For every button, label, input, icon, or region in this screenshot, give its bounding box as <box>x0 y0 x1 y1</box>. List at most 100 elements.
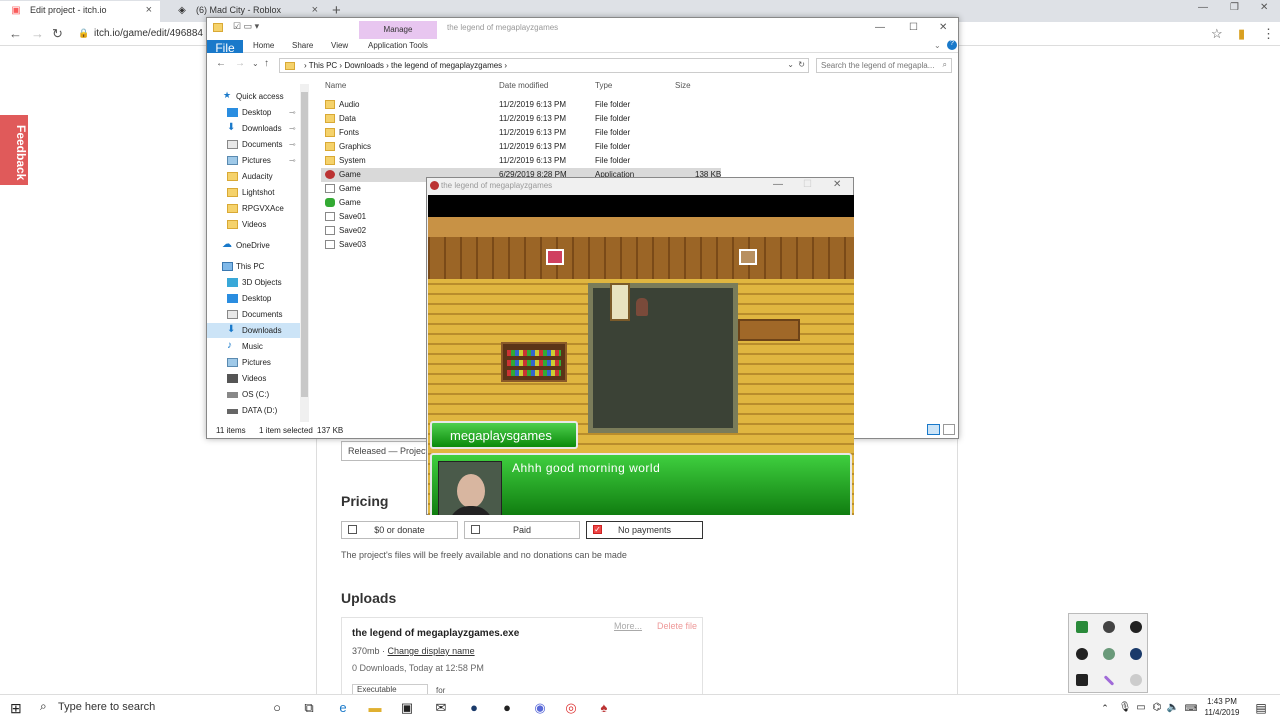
ribbon-tab-home[interactable]: Home <box>253 41 274 50</box>
file-row[interactable]: System 11/2/2019 6:13 PM File folder <box>321 154 721 168</box>
breadcrumb-this-pc[interactable]: This PC <box>309 61 337 70</box>
close-tab-icon[interactable]: × <box>146 4 152 16</box>
game-viewport[interactable]: megaplaysgames Ahhh good morning world ▼ <box>428 195 854 515</box>
pricing-option-paid[interactable]: Paid <box>464 521 580 539</box>
nav-data-drive[interactable]: DATA (D:) <box>207 403 307 418</box>
nav-pictures[interactable]: Pictures ⊸ <box>207 153 307 168</box>
steam-icon[interactable] <box>1130 648 1142 660</box>
location-icon[interactable] <box>1130 674 1142 686</box>
file-row[interactable]: Fonts 11/2/2019 6:13 PM File folder <box>321 126 721 140</box>
edge-icon[interactable]: e <box>334 699 352 717</box>
nav-rpgvxace[interactable]: RPGVXAce <box>207 201 307 216</box>
mail-icon[interactable]: ✉ <box>432 699 450 717</box>
nav-music[interactable]: ♪ Music <box>207 339 307 354</box>
nav-documents-pc[interactable]: Documents <box>207 307 307 322</box>
nav-pictures-pc[interactable]: Pictures <box>207 355 307 370</box>
pin-icon[interactable]: ⊸ <box>289 108 296 117</box>
file-row[interactable]: Graphics 11/2/2019 6:13 PM File folder <box>321 140 721 154</box>
pin-icon[interactable]: ⊸ <box>289 140 296 149</box>
nav-videos[interactable]: Videos <box>207 217 307 232</box>
minimize-icon[interactable]: — <box>1198 2 1208 13</box>
notifications-icon[interactable]: ▤ <box>1252 699 1270 717</box>
app-tray-icon[interactable] <box>1076 674 1088 686</box>
back-icon[interactable]: ← <box>216 58 226 69</box>
address-dropdown-icon[interactable]: ⌄ <box>787 60 794 69</box>
close-icon[interactable]: ✕ <box>833 179 841 190</box>
recent-locations-icon[interactable]: ⌄ <box>252 59 259 68</box>
breadcrumb-downloads[interactable]: Downloads <box>344 61 384 70</box>
pricing-option-donate[interactable]: $0 or donate <box>341 521 458 539</box>
minimize-icon[interactable]: — <box>773 179 783 190</box>
nav-onedrive[interactable]: ☁ OneDrive <box>207 238 307 253</box>
nav-desktop[interactable]: Desktop ⊸ <box>207 105 307 120</box>
nav-downloads-pc[interactable]: ⬇ Downloads <box>207 323 307 338</box>
extension-icon[interactable]: ▮ <box>1238 26 1245 42</box>
close-icon[interactable]: ✕ <box>939 22 947 33</box>
column-name[interactable]: Name <box>325 81 346 90</box>
pin-icon[interactable]: ⊸ <box>289 156 296 165</box>
chrome-icon[interactable]: ◎ <box>562 699 580 717</box>
explorer-search-input[interactable]: Search the legend of megapla... ⌕ <box>816 58 952 73</box>
feedback-tab[interactable]: Feedback <box>0 115 28 185</box>
nav-documents[interactable]: Documents ⊸ <box>207 137 307 152</box>
volume-icon[interactable]: 🔈 <box>1164 699 1182 717</box>
reload-icon[interactable]: ↻ <box>52 26 63 42</box>
delete-file-link[interactable]: Delete file <box>657 621 697 631</box>
up-icon[interactable]: ↑ <box>264 58 269 69</box>
help-icon[interactable]: ? <box>947 40 957 50</box>
tab-itch-edit[interactable]: ▣ Edit project - itch.io × <box>0 1 160 22</box>
refresh-icon[interactable]: ↻ <box>798 60 805 69</box>
nav-videos-pc[interactable]: Videos <box>207 371 307 386</box>
column-type[interactable]: Type <box>595 81 612 90</box>
nav-audacity[interactable]: Audacity <box>207 169 307 184</box>
large-icons-view-icon[interactable] <box>943 424 955 435</box>
upload-more-link[interactable]: More... <box>614 621 642 631</box>
nav-lightshot[interactable]: Lightshot <box>207 185 307 200</box>
breadcrumb-game-folder[interactable]: the legend of megaplayzgames <box>391 61 502 70</box>
close-window-icon[interactable]: ✕ <box>1260 2 1268 13</box>
column-date[interactable]: Date modified <box>499 81 548 90</box>
steam-icon[interactable]: ● <box>465 699 483 717</box>
scroll-thumb[interactable] <box>301 92 308 397</box>
cloud-off-icon[interactable] <box>1103 621 1115 633</box>
nav-scrollbar[interactable] <box>300 84 309 422</box>
security-icon[interactable] <box>1076 621 1088 633</box>
ribbon-tab-share[interactable]: Share <box>292 41 313 50</box>
app-tray-icon[interactable] <box>1103 648 1115 660</box>
nav-3d-objects[interactable]: 3D Objects <box>207 275 307 290</box>
nav-os-drive[interactable]: OS (C:) <box>207 387 307 402</box>
bookmark-star-icon[interactable]: ☆ <box>1211 26 1223 42</box>
quick-access-toolbar-icon[interactable]: ☑ ▭ ▾ <box>233 21 259 32</box>
nav-quick-access[interactable]: ★ Quick access <box>207 89 307 104</box>
column-size[interactable]: Size <box>675 81 691 90</box>
store-icon[interactable]: ▣ <box>398 699 416 717</box>
details-view-icon[interactable] <box>927 424 940 435</box>
show-hidden-icons-icon[interactable]: ⌃ <box>1096 699 1114 717</box>
nav-downloads[interactable]: ⬇ Downloads ⊸ <box>207 121 307 136</box>
restore-icon[interactable]: ❐ <box>1230 2 1239 13</box>
pin-icon[interactable]: ⊸ <box>289 124 296 133</box>
menu-icon[interactable]: ⋮ <box>1262 26 1275 42</box>
minimize-icon[interactable]: — <box>875 22 885 33</box>
game-taskbar-icon[interactable]: ♠ <box>595 699 613 717</box>
pen-icon[interactable] <box>1103 675 1115 686</box>
ribbon-expand-icon[interactable]: ⌄ <box>934 41 941 50</box>
nav-this-pc[interactable]: This PC <box>207 259 307 274</box>
dialog-box[interactable]: Ahhh good morning world ▼ <box>430 453 852 515</box>
checkbox[interactable] <box>348 525 357 534</box>
app-tray-icon[interactable] <box>1130 621 1142 633</box>
checkbox-checked[interactable]: ✓ <box>593 525 602 534</box>
maximize-icon[interactable]: ☐ <box>803 179 812 190</box>
ribbon-tab-application-tools[interactable]: Application Tools <box>368 41 428 50</box>
maximize-icon[interactable]: ☐ <box>909 22 918 33</box>
system-clock[interactable]: 1:43 PM 11/4/2019 <box>1200 696 1244 718</box>
explorer-address-bar[interactable]: › This PC › Downloads › the legend of me… <box>279 58 809 73</box>
pricing-option-no-payments[interactable]: ✓ No payments <box>586 521 703 539</box>
checkbox[interactable] <box>471 525 480 534</box>
manage-tab[interactable]: Manage <box>359 21 437 39</box>
discord-icon[interactable]: ◉ <box>531 699 549 717</box>
release-status-select[interactable]: Released — Project is <box>341 441 429 461</box>
forward-icon[interactable]: → <box>235 58 245 69</box>
windows-start-icon[interactable]: ⊞ <box>10 700 22 717</box>
address-bar[interactable]: 🔒 itch.io/game/edit/496884 <box>74 25 204 43</box>
